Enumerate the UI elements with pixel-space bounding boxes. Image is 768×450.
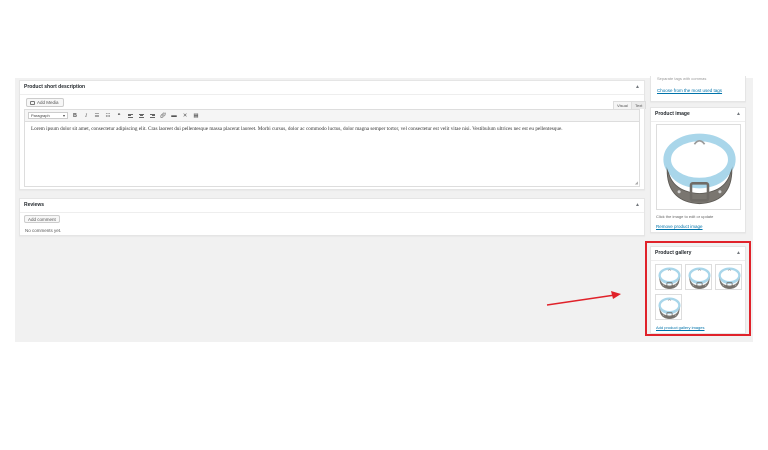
link-icon[interactable]: 🔗︎ [159,112,167,120]
add-comment-button[interactable]: Add comment [24,215,60,223]
reviews-title: Reviews [24,202,45,208]
product-image-header: Product image ▲ [651,108,745,122]
bullet-list-icon[interactable]: ☰ [93,112,101,120]
admin-canvas: Product short description ▲ Add Media Vi… [15,76,753,342]
triangle-up-icon[interactable]: ▲ [635,202,640,208]
align-left-icon[interactable] [126,112,134,120]
fullscreen-icon[interactable]: ✕ [181,112,189,120]
blockquote-icon[interactable]: ❝ [115,112,123,120]
read-more-icon[interactable]: ▬ [170,112,178,120]
dog-collar-image [657,125,742,211]
editor-frame: Paragraph ▾ B I ☰ ☷ ❝ 🔗︎ ▬ ✕ ▦ Lorem ips… [24,109,640,187]
product-image-box: Product image ▲ Click the image to edit … [650,107,746,233]
short-description-box: Product short description ▲ Add Media Vi… [19,80,647,190]
align-right-icon[interactable] [148,112,156,120]
tags-hint: Separate tags with commas [657,76,707,81]
short-description-header: Product short description ▲ [20,81,644,95]
numbered-list-icon[interactable]: ☷ [104,112,112,120]
short-description-title: Product short description [24,84,86,90]
product-image-hint: Click the image to edit or update [656,214,714,219]
format-select-value: Paragraph [31,113,50,118]
camera-icon [30,100,35,105]
add-media-button[interactable]: Add Media [26,98,64,107]
editor-content[interactable]: Lorem ipsum dolor sit amet, consectetur … [25,122,639,137]
format-select[interactable]: Paragraph ▾ [28,112,68,119]
resize-grip-icon[interactable]: ◢ [635,180,638,185]
reviews-header: Reviews ▲ [20,199,644,213]
red-arrow-icon [546,291,621,306]
tab-text[interactable]: Text [631,101,647,109]
italic-icon[interactable]: I [82,112,90,120]
product-image-thumbnail[interactable] [656,124,741,210]
gallery-highlight-box [645,241,751,336]
editor-toolbar: Paragraph ▾ B I ☰ ☷ ❝ 🔗︎ ▬ ✕ ▦ [25,110,639,122]
no-comments-text: No comments yet. [25,228,62,233]
align-center-icon[interactable] [137,112,145,120]
reviews-box: Reviews ▲ Add comment No comments yet. [19,198,645,236]
add-media-label: Add Media [37,99,59,105]
triangle-up-icon[interactable]: ▲ [635,84,640,90]
tab-visual[interactable]: Visual [613,101,632,109]
bold-icon[interactable]: B [71,112,79,120]
remove-product-image-link[interactable]: Remove product image [656,224,703,229]
product-tags-box: Separate tags with commas Choose from th… [650,76,746,102]
triangle-up-icon[interactable]: ▲ [736,111,741,117]
most-used-tags-link[interactable]: Choose from the most used tags [657,88,722,93]
toolbar-toggle-icon[interactable]: ▦ [192,112,200,120]
product-image-title: Product image [655,111,690,117]
chevron-down-icon: ▾ [62,113,65,118]
